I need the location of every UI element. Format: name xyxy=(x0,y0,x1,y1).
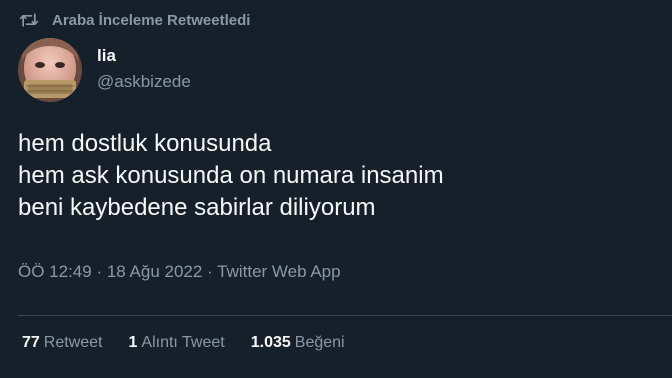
tweet-date[interactable]: 18 Ağu 2022 xyxy=(107,262,202,281)
retweet-count[interactable]: 77 Retweet xyxy=(22,334,103,352)
retweet-count-value: 77 xyxy=(22,334,40,351)
quote-count-label: Alıntı Tweet xyxy=(141,334,225,351)
tweet-card[interactable]: Araba İnceleme Retweetledi lia @askbized… xyxy=(0,0,672,378)
tweet-source[interactable]: Twitter Web App xyxy=(217,262,340,281)
meta-separator: · xyxy=(91,262,107,281)
retweet-count-label: Retweet xyxy=(43,334,103,351)
author-name[interactable]: lia xyxy=(97,46,116,66)
divider xyxy=(18,315,672,316)
tweet-time[interactable]: ÖÖ 12:49 xyxy=(18,262,92,281)
quote-count[interactable]: 1 Alıntı Tweet xyxy=(129,334,225,352)
retweet-context[interactable]: Araba İnceleme Retweetledi xyxy=(18,9,250,31)
retweet-label: Araba İnceleme Retweetledi xyxy=(52,11,251,29)
meta-separator: · xyxy=(202,262,218,281)
tweet-line: hem ask konusunda on numara insanim xyxy=(18,162,444,189)
like-count-value: 1.035 xyxy=(250,334,291,351)
tweet-stats: 77 Retweet 1 Alıntı Tweet 1.035 Beğeni xyxy=(22,334,371,352)
tweet-text: hem dostluk konusunda hem ask konusunda … xyxy=(18,128,444,224)
tweet-line: hem dostluk konusunda xyxy=(18,130,272,157)
avatar[interactable] xyxy=(18,38,82,102)
like-count[interactable]: 1.035 Beğeni xyxy=(251,334,345,352)
retweet-icon xyxy=(18,9,40,31)
quote-count-value: 1 xyxy=(128,334,138,351)
tweet-line: beni kaybedene sabirlar diliyorum xyxy=(18,194,376,221)
like-count-label: Beğeni xyxy=(294,334,345,351)
tweet-meta: ÖÖ 12:49 · 18 Ağu 2022 · Twitter Web App xyxy=(18,262,341,282)
author-handle[interactable]: @askbizede xyxy=(97,72,191,92)
